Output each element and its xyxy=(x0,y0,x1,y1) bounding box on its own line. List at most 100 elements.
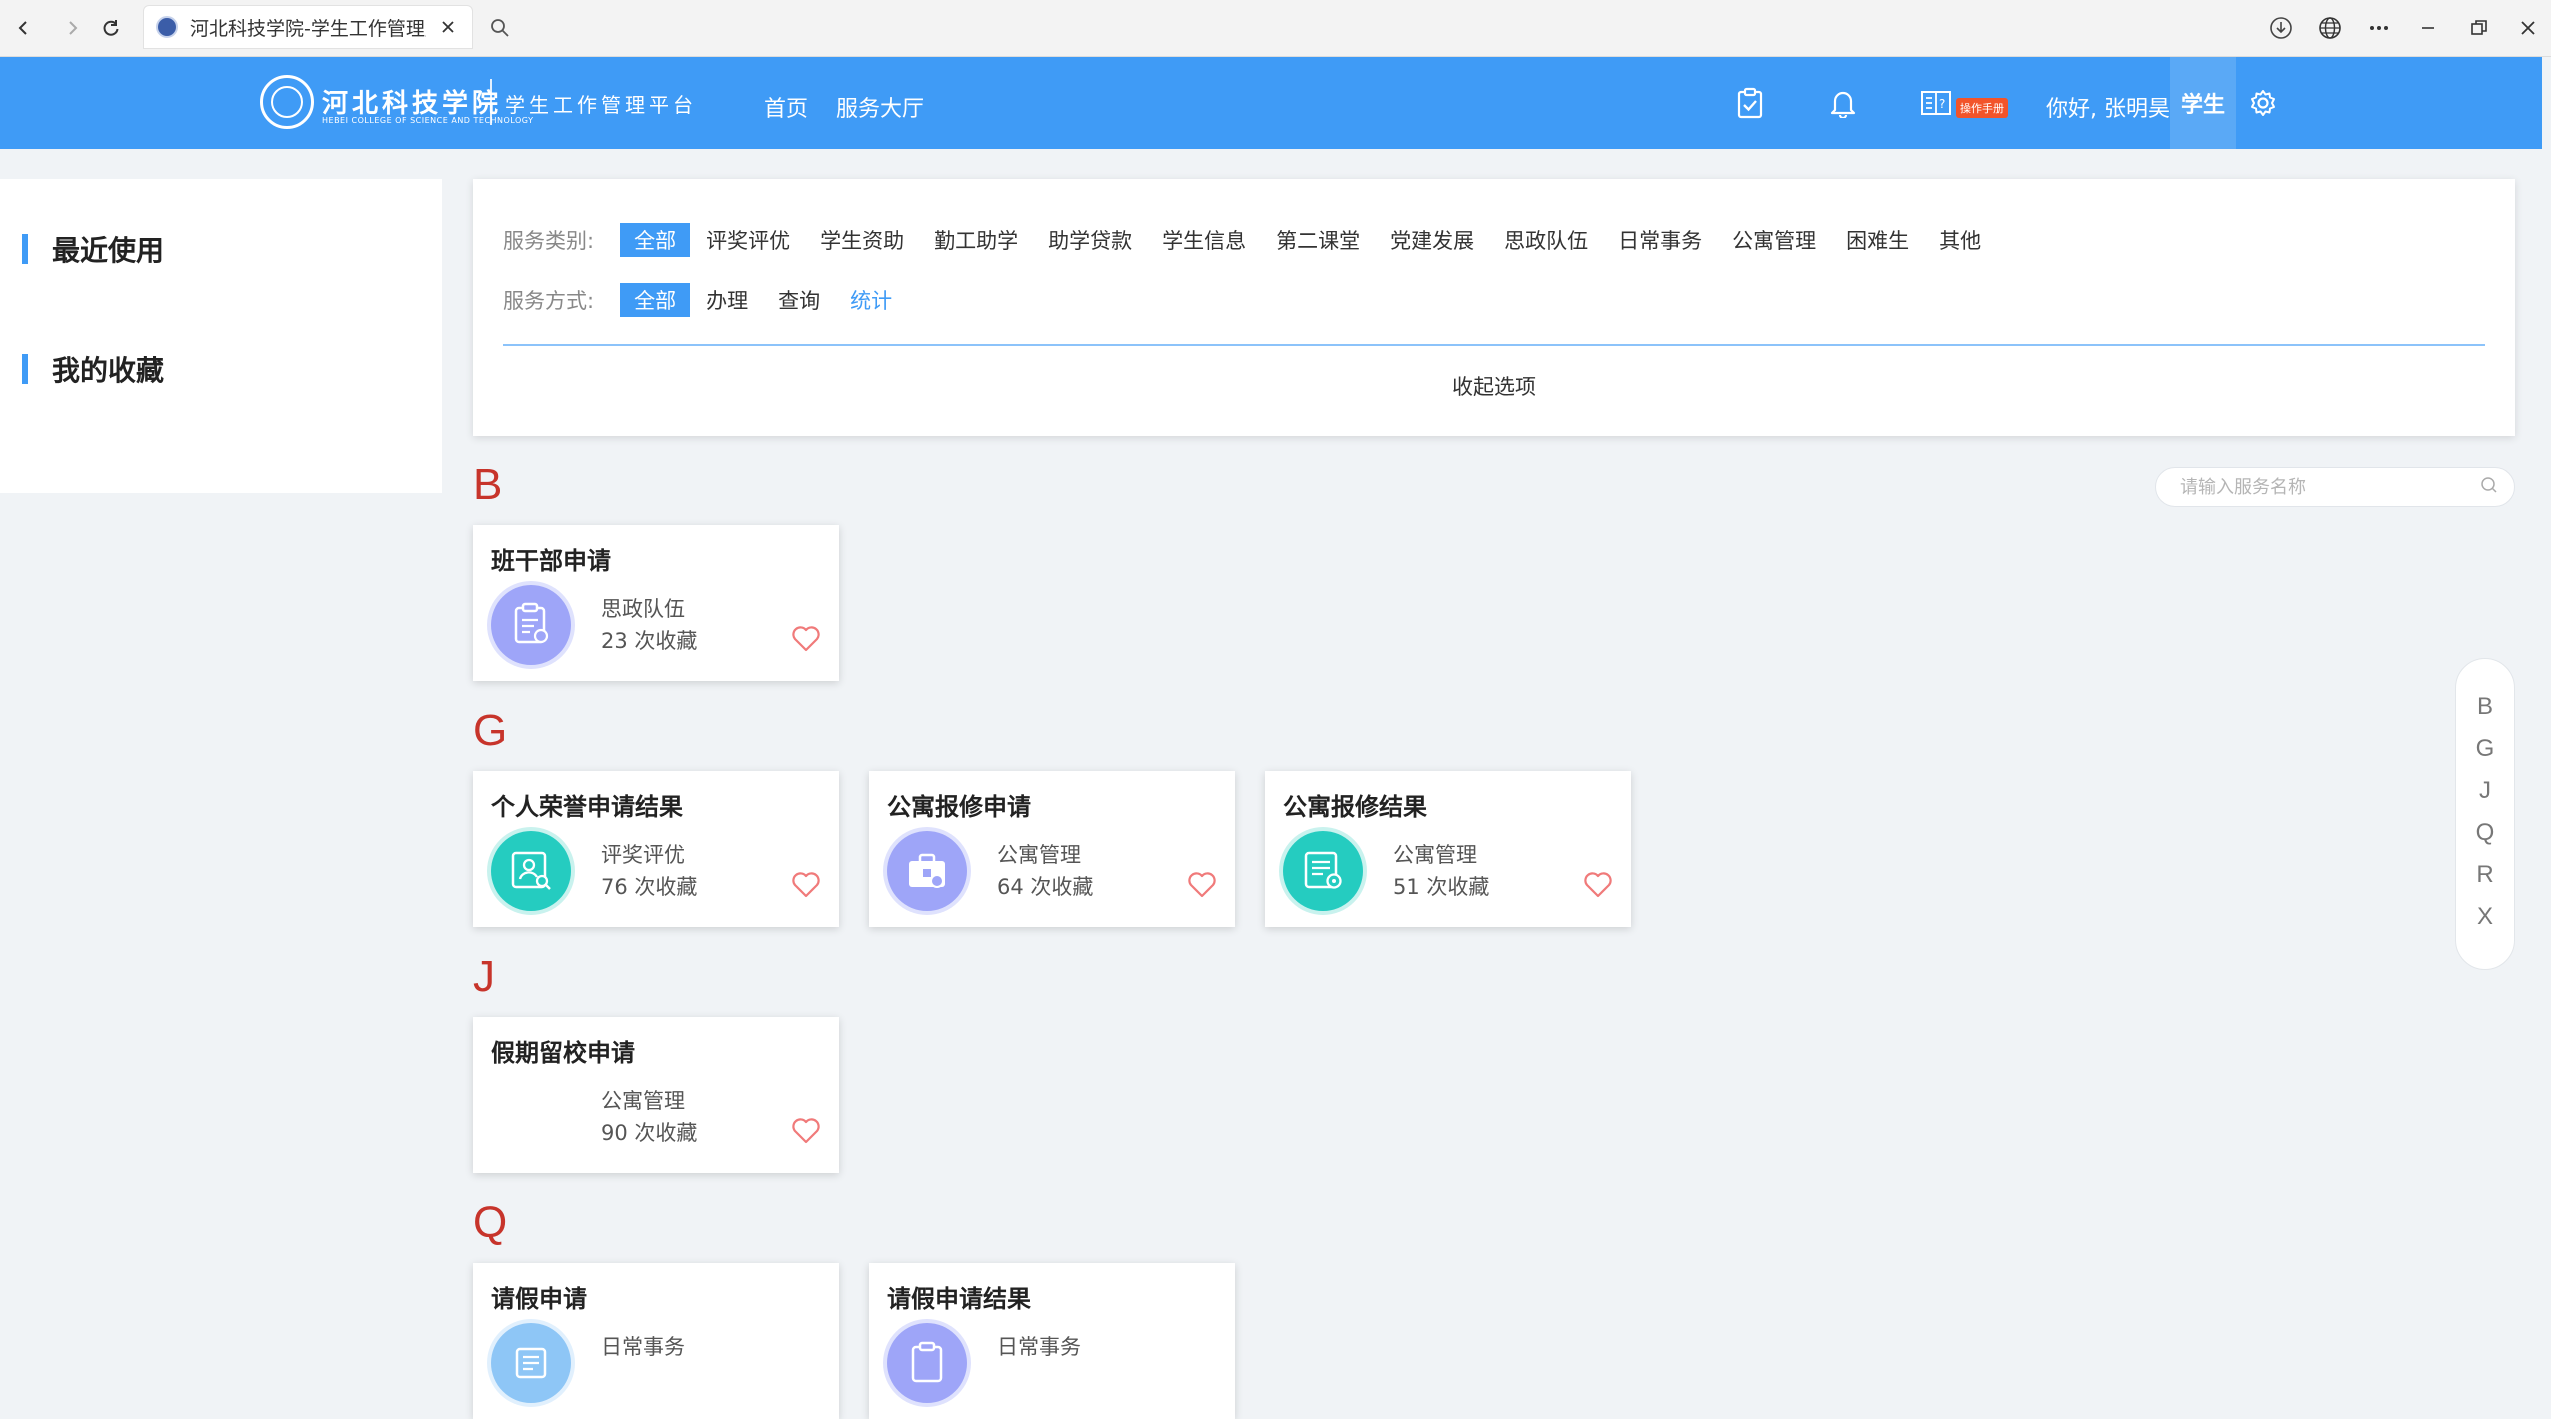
service-card[interactable]: 班干部申请 思政队伍 23 次收藏 xyxy=(473,525,839,681)
letter-index-r[interactable]: R xyxy=(2456,861,2514,889)
download-icon[interactable] xyxy=(2265,12,2297,44)
category-chip[interactable]: 日常事务 xyxy=(1604,223,1716,257)
manual-book-icon[interactable]: ? xyxy=(1918,85,1954,121)
back-icon[interactable] xyxy=(8,12,40,44)
card-title: 公寓报修结果 xyxy=(1283,793,1427,821)
clipboard-check-icon[interactable] xyxy=(1732,85,1768,121)
category-chip[interactable]: 公寓管理 xyxy=(1718,223,1830,257)
close-icon[interactable] xyxy=(436,15,460,39)
card-category: 日常事务 xyxy=(601,1335,685,1359)
clipboard-icon xyxy=(887,1323,967,1403)
restore-icon[interactable] xyxy=(2463,12,2495,44)
sidebar-item-recent[interactable]: 最近使用 xyxy=(22,232,165,267)
card-title: 假期留校申请 xyxy=(491,1039,635,1067)
sidebar-item-favorites[interactable]: 我的收藏 xyxy=(22,352,164,387)
section-letter-q: Q xyxy=(473,1198,508,1247)
method-chip-all[interactable]: 全部 xyxy=(620,283,691,317)
category-chip[interactable]: 助学贷款 xyxy=(1034,223,1146,257)
method-chip[interactable]: 查询 xyxy=(764,283,834,317)
category-filter-label: 服务类别: xyxy=(503,229,595,253)
service-card[interactable]: 个人荣誉申请结果 评奖评优 76 次收藏 xyxy=(473,771,839,927)
service-card[interactable]: 请假申请结果 日常事务 xyxy=(869,1263,1235,1419)
card-favorites-count: 51 次收藏 xyxy=(1393,875,1490,899)
nav-service-hall[interactable]: 服务大厅 xyxy=(836,91,924,123)
bell-icon[interactable] xyxy=(1825,85,1861,121)
method-filter-row: 服务方式: 全部 办理 查询 统计 xyxy=(503,283,908,317)
document-settings-icon xyxy=(1283,831,1363,911)
search-icon[interactable] xyxy=(2480,476,2498,498)
card-category: 评奖评优 xyxy=(601,843,685,867)
school-logo-icon[interactable] xyxy=(260,75,314,129)
category-chip[interactable]: 党建发展 xyxy=(1376,223,1488,257)
heart-icon[interactable] xyxy=(791,871,821,899)
gear-icon[interactable] xyxy=(2245,85,2281,121)
service-card[interactable]: 假期留校申请 公寓管理 90 次收藏 xyxy=(473,1017,839,1173)
globe-icon[interactable] xyxy=(2314,12,2346,44)
browser-chrome: 河北科技学院-学生工作管理服 xyxy=(0,0,2551,57)
filter-panel: 服务类别: 全部 评奖评优 学生资助 勤工助学 助学贷款 学生信息 第二课堂 党… xyxy=(473,179,2515,436)
category-chip[interactable]: 评奖评优 xyxy=(692,223,804,257)
role-label: 学生 xyxy=(2180,93,2225,118)
service-card[interactable]: 公寓报修结果 公寓管理 51 次收藏 xyxy=(1265,771,1631,927)
letter-index-g[interactable]: G xyxy=(2456,735,2514,763)
heart-icon[interactable] xyxy=(791,1117,821,1145)
collapse-options-button[interactable]: 收起选项 xyxy=(473,371,2515,401)
category-chip[interactable]: 思政队伍 xyxy=(1490,223,1602,257)
active-indicator xyxy=(22,234,28,264)
user-greeting[interactable]: 你好, 张明昊 xyxy=(2046,91,2170,123)
search-icon[interactable] xyxy=(484,12,516,44)
category-chip[interactable]: 困难生 xyxy=(1832,223,1923,257)
forward-icon[interactable] xyxy=(56,12,88,44)
profile-search-icon xyxy=(491,831,571,911)
nav-home[interactable]: 首页 xyxy=(764,91,808,123)
sidebar-item-label: 最近使用 xyxy=(52,234,165,267)
service-card[interactable]: 请假申请 日常事务 xyxy=(473,1263,839,1419)
card-category: 思政队伍 xyxy=(601,597,685,621)
site-favicon-icon xyxy=(156,16,178,38)
card-favorites-count: 76 次收藏 xyxy=(601,875,698,899)
heart-icon[interactable] xyxy=(1583,871,1613,899)
service-search xyxy=(2155,467,2515,507)
card-title: 请假申请结果 xyxy=(887,1285,1031,1313)
card-category: 公寓管理 xyxy=(997,843,1081,867)
role-badge[interactable]: 学生 xyxy=(2170,57,2236,149)
logo-divider xyxy=(490,79,492,125)
card-favorites-count: 90 次收藏 xyxy=(601,1121,698,1145)
card-title: 个人荣誉申请结果 xyxy=(491,793,683,821)
category-chip[interactable]: 学生信息 xyxy=(1148,223,1260,257)
category-chip[interactable]: 学生资助 xyxy=(806,223,918,257)
letter-index-q[interactable]: Q xyxy=(2456,819,2514,847)
section-letter-b: B xyxy=(473,460,503,509)
letter-index-x[interactable]: X xyxy=(2456,903,2514,931)
category-chip[interactable]: 第二课堂 xyxy=(1262,223,1374,257)
card-category: 公寓管理 xyxy=(601,1089,685,1113)
service-card[interactable]: 公寓报修申请 公寓管理 64 次收藏 xyxy=(869,771,1235,927)
tab-title: 河北科技学院-学生工作管理服 xyxy=(190,17,426,40)
category-chip-all[interactable]: 全部 xyxy=(620,223,691,257)
letter-index-b[interactable]: B xyxy=(2456,693,2514,721)
category-chip[interactable]: 其他 xyxy=(1925,223,1995,257)
svg-text:?: ? xyxy=(1939,97,1945,111)
card-category: 公寓管理 xyxy=(1393,843,1477,867)
minimize-icon[interactable] xyxy=(2412,12,2444,44)
search-input[interactable] xyxy=(2178,475,2480,499)
method-chip[interactable]: 统计 xyxy=(836,283,906,317)
heart-icon[interactable] xyxy=(1187,871,1217,899)
window-close-icon[interactable] xyxy=(2512,12,2544,44)
school-name: 河北科技学院 xyxy=(322,89,503,119)
letter-index-j[interactable]: J xyxy=(2456,777,2514,805)
heart-icon[interactable] xyxy=(791,625,821,653)
form-icon xyxy=(491,1323,571,1403)
category-chip[interactable]: 勤工助学 xyxy=(920,223,1032,257)
browser-tab[interactable]: 河北科技学院-学生工作管理服 xyxy=(143,5,473,49)
platform-name: 学生工作管理平台 xyxy=(505,93,697,117)
manual-badge[interactable]: 操作手册 xyxy=(1956,98,2008,118)
category-filter-row: 服务类别: 全部 评奖评优 学生资助 勤工助学 助学贷款 学生信息 第二课堂 党… xyxy=(503,223,1997,257)
card-favorites-count: 64 次收藏 xyxy=(997,875,1094,899)
reload-icon[interactable] xyxy=(95,12,127,44)
card-title: 班干部申请 xyxy=(491,547,611,575)
section-letter-j: J xyxy=(473,952,495,1001)
active-indicator xyxy=(22,354,28,384)
more-icon[interactable] xyxy=(2363,12,2395,44)
method-chip[interactable]: 办理 xyxy=(692,283,762,317)
